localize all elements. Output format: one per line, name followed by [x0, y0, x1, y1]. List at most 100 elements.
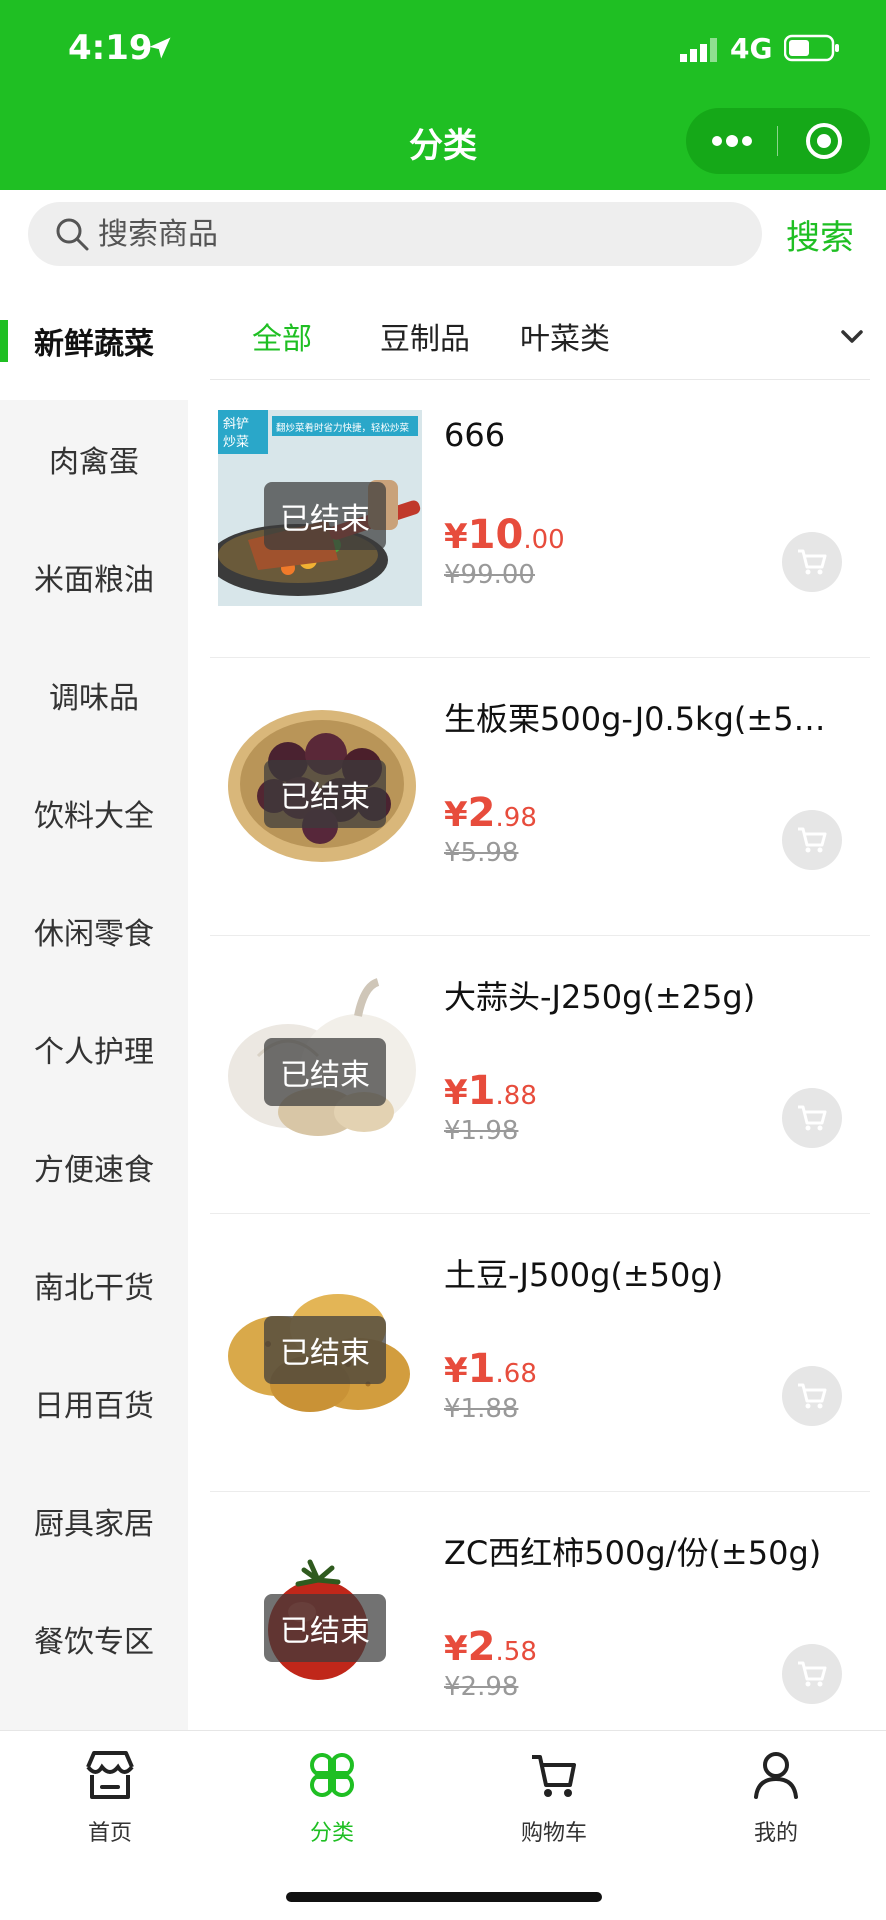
product-item[interactable]: 已结束 大蒜头-J250g(±25g) ¥1.88 ¥1.98	[210, 936, 870, 1214]
price-integer: 1	[467, 1068, 496, 1114]
price-currency: ¥	[444, 795, 468, 835]
chevron-down-icon[interactable]	[838, 322, 866, 350]
store-icon	[86, 1751, 134, 1799]
product-item[interactable]: 斜铲 炒菜 翻炒菜肴时省力快捷，轻松炒菜 已结束 666 ¥10.00 ¥99.…	[210, 380, 870, 658]
price-currency: ¥	[444, 1629, 468, 1669]
sidebar-item-dry-goods[interactable]: 南北干货	[0, 1226, 188, 1344]
product-item[interactable]: 已结束 生板栗500g-J0.5kg(±5… ¥2.98 ¥5.98	[210, 658, 870, 936]
ended-badge: 已结束	[264, 1316, 386, 1384]
sidebar-item-label: 方便速食	[34, 1153, 154, 1188]
chestnut-image: 已结束	[218, 688, 422, 884]
sidebar-item-personal-care[interactable]: 个人护理	[0, 990, 188, 1108]
price-integer: 2	[467, 790, 496, 836]
product-price: ¥1.88	[444, 1068, 537, 1114]
ended-badge: 已结束	[264, 1594, 386, 1662]
sidebar-item-label: 日用百货	[34, 1389, 154, 1424]
product-name: 土豆-J500g(±50g)	[444, 1256, 724, 1294]
tomato-image: 已结束	[218, 1522, 422, 1718]
add-to-cart-button[interactable]	[782, 1088, 842, 1148]
spatula-brand-text: 斜铲	[223, 417, 249, 432]
add-to-cart-button[interactable]	[782, 810, 842, 870]
category-icon	[310, 1753, 354, 1797]
tab-label: 我的	[753, 1821, 798, 1846]
search-bar	[28, 202, 762, 266]
tab-label: 购物车	[520, 1821, 587, 1846]
subcategory-tabs: 全部 豆制品 叶菜类	[210, 292, 870, 380]
more-button[interactable]	[686, 108, 778, 174]
tab-category[interactable]: 分类	[262, 1745, 402, 1855]
product-price: ¥2.98	[444, 790, 537, 836]
add-to-cart-button[interactable]	[782, 1366, 842, 1426]
tab-label: 分类	[309, 1821, 354, 1846]
sidebar-item-label: 南北干货	[34, 1271, 154, 1306]
price-integer: 2	[467, 1624, 496, 1670]
spatula-product-image: 斜铲 炒菜 翻炒菜肴时省力快捷，轻松炒菜 已结束	[218, 410, 422, 606]
active-indicator	[0, 320, 8, 362]
category-sidebar: 新鲜蔬菜 肉禽蛋 米面粮油 调味品 饮料大全 休闲零食 个人护理 方便速食 南北…	[0, 282, 188, 1730]
sidebar-item-label: 饮料大全	[34, 799, 154, 834]
sidebar-item-label: 调味品	[49, 681, 139, 716]
tab-all[interactable]: 全部	[252, 314, 312, 358]
sidebar-item-kitchen-home[interactable]: 厨具家居	[0, 1462, 188, 1580]
battery-icon	[784, 34, 839, 62]
top-bar: 4:19 4G 分类	[0, 0, 886, 190]
sidebar-item-seasoning[interactable]: 调味品	[0, 636, 188, 754]
sidebar-item-label: 休闲零食	[34, 917, 154, 952]
sidebar-item-label: 厨具家居	[34, 1507, 154, 1542]
sidebar-item-label: 个人护理	[34, 1035, 154, 1070]
price-currency: ¥	[444, 1351, 468, 1391]
network-type: 4G	[730, 32, 773, 65]
tab-home[interactable]: 首页	[40, 1745, 180, 1855]
ended-badge: 已结束	[264, 482, 386, 550]
original-price: ¥1.98	[444, 1116, 519, 1146]
product-name: 大蒜头-J250g(±25g)	[444, 978, 756, 1016]
original-price: ¥99.00	[444, 560, 535, 590]
location-arrow-icon	[149, 37, 171, 59]
price-decimal: .00	[523, 525, 565, 555]
price-integer: 10	[467, 512, 524, 558]
potato-image: 已结束	[218, 1244, 422, 1440]
signal-icon	[680, 38, 717, 62]
price-integer: 1	[467, 1346, 496, 1392]
spatula-brand-text-2: 炒菜	[223, 435, 249, 450]
sidebar-item-label: 餐饮专区	[34, 1625, 154, 1660]
tab-cart[interactable]: 购物车	[484, 1745, 624, 1855]
product-name: ZC西红柿500g/份(±50g)	[444, 1534, 822, 1572]
close-miniprogram-button[interactable]	[778, 108, 870, 174]
sidebar-item-snacks[interactable]: 休闲零食	[0, 872, 188, 990]
product-price: ¥2.58	[444, 1624, 537, 1670]
cart-icon	[798, 549, 827, 575]
price-currency: ¥	[444, 1073, 468, 1113]
tab-tofu-products[interactable]: 豆制品	[380, 314, 470, 358]
add-to-cart-button[interactable]	[782, 1644, 842, 1704]
sidebar-item-label: 新鲜蔬菜	[34, 327, 154, 362]
sidebar-item-beverages[interactable]: 饮料大全	[0, 754, 188, 872]
cart-icon	[798, 1383, 827, 1409]
tab-profile[interactable]: 我的	[706, 1745, 846, 1855]
product-item[interactable]: 已结束 ZC西红柿500g/份(±50g) ¥2.58 ¥2.98	[210, 1492, 870, 1770]
cart-icon	[532, 1755, 576, 1797]
sidebar-item-instant-food[interactable]: 方便速食	[0, 1108, 188, 1226]
cart-icon	[798, 1105, 827, 1131]
home-indicator	[286, 1892, 602, 1902]
original-price: ¥2.98	[444, 1672, 519, 1702]
price-decimal: .58	[495, 1637, 537, 1667]
sidebar-item-catering[interactable]: 餐饮专区	[0, 1580, 188, 1698]
search-input[interactable]	[98, 202, 738, 266]
product-name: 666	[444, 416, 506, 454]
tab-leafy-greens[interactable]: 叶菜类	[520, 314, 610, 358]
price-decimal: .68	[495, 1359, 537, 1389]
sidebar-item-fresh-vegetables[interactable]: 新鲜蔬菜	[0, 282, 188, 400]
original-price: ¥1.88	[444, 1394, 519, 1424]
product-item[interactable]: 已结束 土豆-J500g(±50g) ¥1.68 ¥1.88	[210, 1214, 870, 1492]
sidebar-item-daily-goods[interactable]: 日用百货	[0, 1344, 188, 1462]
search-button[interactable]: 搜索	[786, 210, 854, 259]
sidebar-item-meat-eggs[interactable]: 肉禽蛋	[0, 400, 188, 518]
sidebar-item-label: 米面粮油	[34, 563, 154, 598]
user-icon	[754, 1752, 798, 1799]
add-to-cart-button[interactable]	[782, 532, 842, 592]
more-dots-icon	[712, 135, 752, 147]
sidebar-item-grain-oil[interactable]: 米面粮油	[0, 518, 188, 636]
product-price: ¥10.00	[444, 512, 565, 558]
spatula-banner-text: 翻炒菜肴时省力快捷，轻松炒菜	[276, 422, 410, 434]
